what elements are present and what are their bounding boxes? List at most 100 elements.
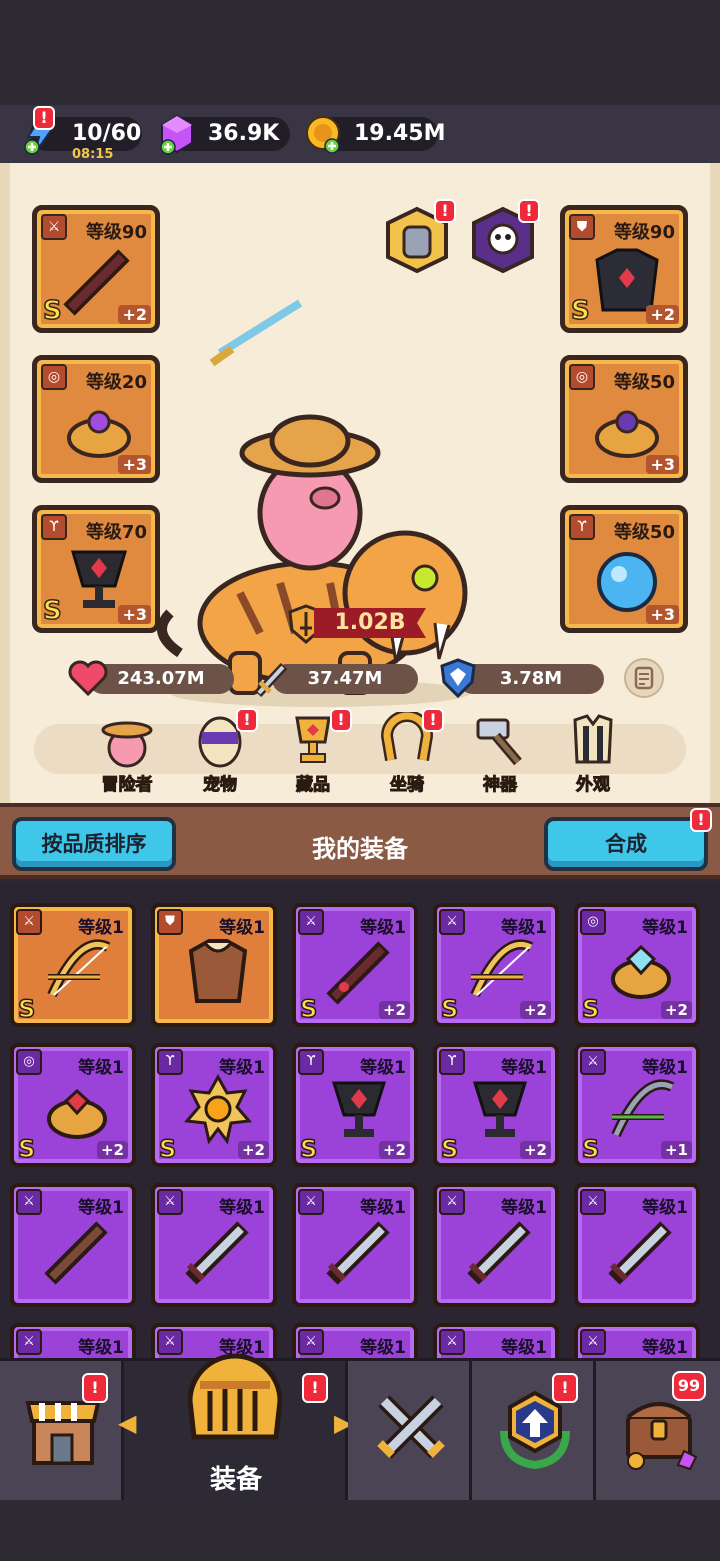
steel-sword-icon	[467, 1221, 531, 1285]
inventory-item[interactable]: ◎ 等级1 S +2	[574, 903, 700, 1027]
item-plus: +2	[519, 1001, 551, 1019]
slot-rank: S	[42, 295, 62, 327]
ring-icon: ◎	[580, 909, 606, 935]
sword-icon: ⚔	[41, 214, 67, 240]
inventory-item[interactable]: ⚔ 等级1 S +2	[292, 903, 418, 1027]
golden-bow-icon	[470, 939, 534, 998]
equip-slot-necklace-2[interactable]: ϒ 等级50 +3	[560, 505, 688, 633]
stat-defense-value: 3.78M	[499, 668, 563, 689]
armor-icon: ⛊	[569, 214, 595, 240]
sword-icon: ⚔	[16, 909, 42, 935]
sword-icon: ⚔	[16, 1329, 42, 1355]
item-rank: S	[299, 1134, 318, 1163]
item-plus: +1	[660, 1141, 692, 1159]
menu-label: 外观	[576, 775, 611, 796]
necklace-icon: ϒ	[569, 514, 595, 540]
item-level: 等级1	[360, 1338, 406, 1358]
stat-defense: 3.78M	[440, 658, 604, 699]
equipment-badge: !	[302, 1373, 328, 1403]
inventory-item[interactable]: ⚔ 等级1	[433, 1323, 559, 1358]
menu-adventurer[interactable]: 冒险者	[82, 712, 172, 796]
collection-badge: !	[330, 708, 352, 732]
inventory-item[interactable]: ϒ 等级1 S +2	[292, 1043, 418, 1167]
sword-icon: ⚔	[580, 1189, 606, 1215]
item-plus: +2	[519, 1141, 551, 1159]
armor-icon: ⛊	[157, 909, 183, 935]
slot-plus: +3	[646, 455, 679, 474]
nav-battle[interactable]	[348, 1361, 472, 1503]
fur-armor-icon	[188, 939, 248, 1003]
item-plus: +2	[96, 1141, 128, 1159]
stat-attack-value: 37.47M	[307, 668, 383, 689]
merge-button[interactable]: 合成	[544, 817, 708, 871]
equip-slot-necklace[interactable]: ϒ 等级70 S +3	[32, 505, 160, 633]
ring-icon: ◎	[41, 364, 67, 390]
item-rank: S	[581, 1134, 600, 1163]
equipment-header: 按品质排序 我的装备 合成	[0, 803, 720, 879]
inventory-item[interactable]: ⚔ 等级1 S	[10, 903, 136, 1027]
sword-icon: ⚔	[298, 1189, 324, 1215]
necklace-icon: ϒ	[439, 1049, 465, 1075]
inventory-item[interactable]: ⚔ 等级1	[574, 1183, 700, 1307]
slot-plus: +3	[646, 605, 679, 624]
item-rank: S	[440, 1134, 459, 1163]
equip-slot-weapon[interactable]: ⚔ 等级90 S +2	[32, 205, 160, 333]
inventory-item[interactable]: ⚔ 等级1	[292, 1183, 418, 1307]
nav-equipment-label: 装备	[209, 1465, 262, 1495]
gem-counter[interactable]: 36.9K	[160, 114, 290, 155]
gold-coin-icon	[306, 116, 340, 154]
energy-timer: 08:15	[72, 147, 114, 162]
outfit-icon	[573, 714, 613, 764]
inventory-item[interactable]: ⚔ 等级1	[10, 1183, 136, 1307]
heart-icon	[68, 660, 108, 697]
bottom-nav: ! ◀ 装备 ▶ ! ! 99	[0, 1353, 720, 1503]
menu-label: 冒险者	[101, 775, 153, 796]
inventory-item[interactable]: ⚔ 等级1	[151, 1183, 277, 1307]
hammer-icon	[476, 718, 522, 766]
item-plus: +2	[378, 1001, 410, 1019]
sword-icon: ⚔	[298, 909, 324, 935]
item-level: 等级1	[642, 1338, 688, 1358]
inventory-item[interactable]: ⛊ 等级1	[151, 903, 277, 1027]
inventory-item[interactable]: ⚔ 等级1	[433, 1183, 559, 1307]
ring-icon: ◎	[16, 1049, 42, 1075]
menu-artifact[interactable]: 神器	[455, 712, 545, 796]
shield-icon	[440, 658, 476, 699]
inventory-item[interactable]: ϒ 等级1 S +2	[151, 1043, 277, 1167]
adventurer-icon	[101, 721, 153, 768]
gold-value: 19.45M	[354, 121, 446, 146]
crystal-ring-icon	[611, 944, 671, 999]
slot-rank: S	[42, 595, 62, 627]
sword-icon: ⚔	[439, 1189, 465, 1215]
merge-badge: !	[690, 808, 712, 832]
inventory-item[interactable]: ⚔ 等级1 S +2	[433, 903, 559, 1027]
ring-icon: ◎	[569, 364, 595, 390]
inventory-item[interactable]: ⚔ 等级1	[10, 1323, 136, 1358]
gem-icon	[160, 114, 193, 155]
menu-appearance[interactable]: 外观	[548, 712, 638, 796]
equip-slot-ring[interactable]: ◎ 等级20 +3	[32, 355, 160, 483]
gold-counter[interactable]: 19.45M	[306, 116, 445, 154]
inventory-item[interactable]: ϒ 等级1 S +2	[433, 1043, 559, 1167]
slot-rank: S	[570, 295, 590, 327]
shop-badge: !	[82, 1373, 108, 1403]
inventory-item[interactable]: ◎ 等级1 S +2	[10, 1043, 136, 1167]
pet-badge: !	[236, 708, 258, 732]
menu-label: 坐骑	[390, 775, 425, 796]
item-rank: S	[158, 1134, 177, 1163]
mount-badge: !	[422, 708, 444, 732]
equip-slot-ring-2[interactable]: ◎ 等级50 +3	[560, 355, 688, 483]
steel-sword-icon	[608, 1221, 672, 1285]
equip-slot-armor[interactable]: ⛊ 等级90 S +2	[560, 205, 688, 333]
stat-attack: 37.47M	[254, 662, 418, 698]
inventory-item[interactable]: ⚔ 等级1	[574, 1323, 700, 1358]
sword-icon: ⚔	[439, 1329, 465, 1355]
sword-icon: ⚔	[16, 1189, 42, 1215]
inventory-item[interactable]: ⚔ 等级1	[292, 1323, 418, 1358]
status-area	[0, 0, 720, 105]
sword-icon: ⚔	[580, 1049, 606, 1075]
menu-label: 藏品	[296, 775, 331, 796]
inventory-item[interactable]: ⚔ 等级1 S +1	[574, 1043, 700, 1167]
crossed-swords-icon	[377, 1395, 445, 1459]
stats-detail-button[interactable]	[624, 658, 664, 698]
